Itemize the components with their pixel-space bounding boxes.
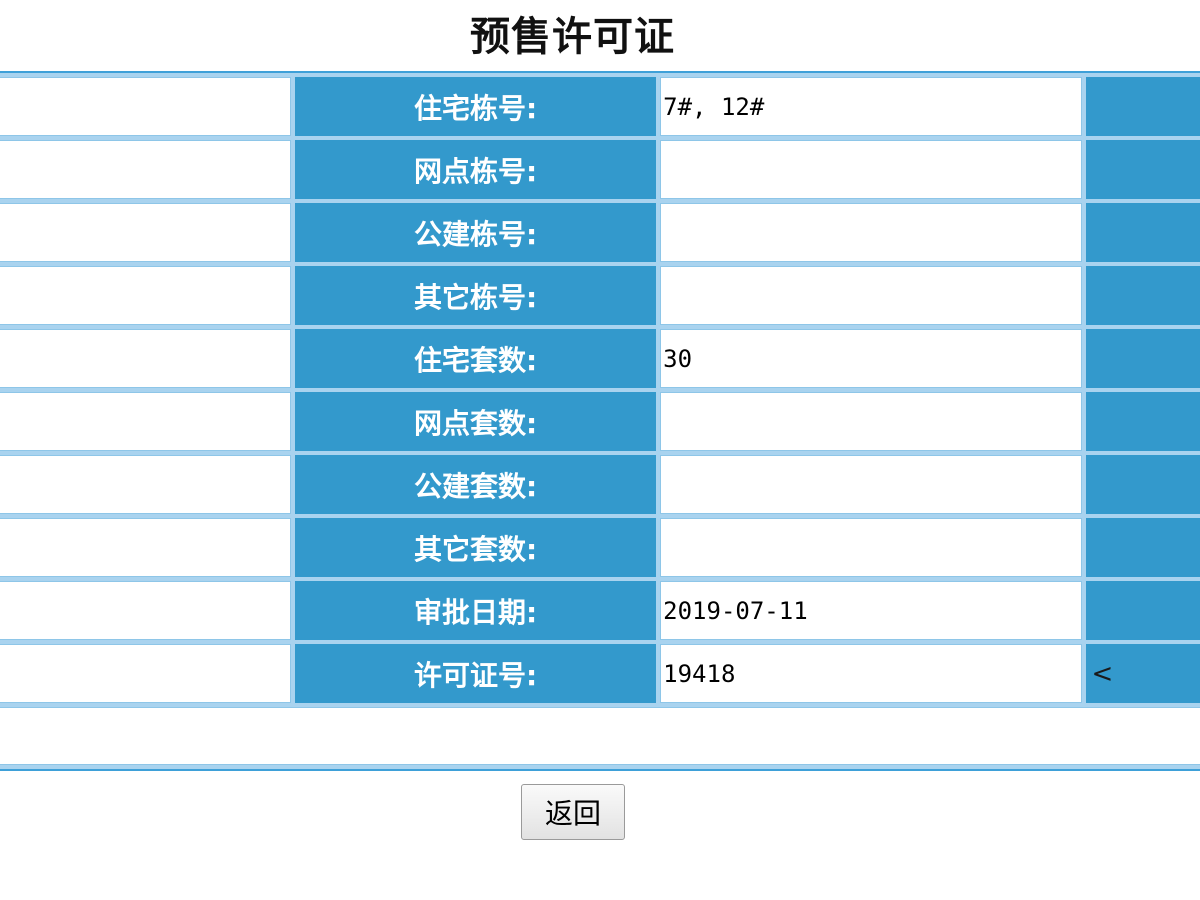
side-cell: [1085, 329, 1200, 388]
field-label: 公建套数:: [294, 455, 657, 514]
blank-cell: [0, 329, 291, 388]
blank-cell: [0, 203, 291, 262]
blank-cell: [0, 455, 291, 514]
field-value: [660, 266, 1082, 325]
table-row: 其它栋号:: [0, 266, 1200, 325]
side-cell: [1085, 518, 1200, 577]
blank-wide-cell: [0, 707, 1200, 765]
field-label: 许可证号:: [294, 644, 657, 703]
field-label: 网点套数:: [294, 392, 657, 451]
field-value: 2019-07-11: [660, 581, 1082, 640]
field-value: 30: [660, 329, 1082, 388]
table-row: 其它套数:: [0, 518, 1200, 577]
blank-cell: [0, 518, 291, 577]
page-title: 预售许可证: [470, 14, 675, 60]
side-cell: [1085, 140, 1200, 199]
field-label: 审批日期:: [294, 581, 657, 640]
table-row: 许可证号: 19418 <: [0, 644, 1200, 703]
field-value: [660, 518, 1082, 577]
side-cell: [1085, 581, 1200, 640]
blank-cell: [0, 581, 291, 640]
field-label: 其它栋号:: [294, 266, 657, 325]
table-row: 住宅栋号: 7#, 12#: [0, 77, 1200, 136]
field-value: [660, 203, 1082, 262]
side-cell: [1085, 77, 1200, 136]
field-label: 公建栋号:: [294, 203, 657, 262]
field-value: 19418: [660, 644, 1082, 703]
field-label: 其它套数:: [294, 518, 657, 577]
blank-cell: [0, 644, 291, 703]
table-row: 网点套数:: [0, 392, 1200, 451]
chevron-left-icon[interactable]: <: [1085, 644, 1200, 703]
side-cell: [1085, 266, 1200, 325]
field-label: 住宅栋号:: [294, 77, 657, 136]
field-value: [660, 392, 1082, 451]
side-cell: [1085, 455, 1200, 514]
blank-cell: [0, 392, 291, 451]
side-cell: [1085, 203, 1200, 262]
field-value: [660, 140, 1082, 199]
blank-cell: [0, 77, 291, 136]
back-button[interactable]: 返回: [521, 784, 625, 840]
blank-cell: [0, 266, 291, 325]
table-row-blank: [0, 707, 1200, 765]
table-row: 公建套数:: [0, 455, 1200, 514]
field-label: 住宅套数:: [294, 329, 657, 388]
page: 预售许可证 住宅栋号: 7#, 12# 网点栋号: 公建栋号: 其它栋号: 住宅…: [0, 0, 1200, 900]
table-row: 审批日期: 2019-07-11: [0, 581, 1200, 640]
field-value: [660, 455, 1082, 514]
blank-cell: [0, 140, 291, 199]
side-cell: [1085, 392, 1200, 451]
table-row: 住宅套数: 30: [0, 329, 1200, 388]
field-label: 网点栋号:: [294, 140, 657, 199]
permit-table: 住宅栋号: 7#, 12# 网点栋号: 公建栋号: 其它栋号: 住宅套数: 30…: [0, 71, 1200, 771]
table-row: 网点栋号:: [0, 140, 1200, 199]
field-value: 7#, 12#: [660, 77, 1082, 136]
table-row: 公建栋号:: [0, 203, 1200, 262]
